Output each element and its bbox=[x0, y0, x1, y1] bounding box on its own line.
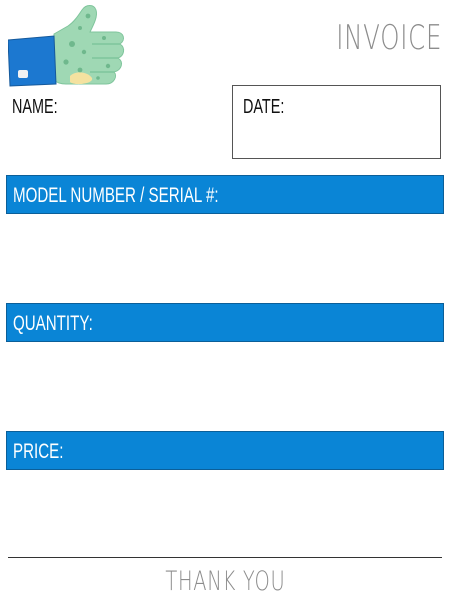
price-header-bar: PRICE: bbox=[6, 431, 444, 470]
name-label: NAME: bbox=[12, 96, 58, 118]
date-field-box[interactable]: DATE: bbox=[232, 85, 441, 159]
price-field[interactable] bbox=[6, 472, 444, 554]
quantity-field[interactable] bbox=[6, 344, 444, 428]
price-label: PRICE: bbox=[13, 440, 64, 463]
model-serial-header-bar: MODEL NUMBER / SERIAL #: bbox=[6, 175, 444, 214]
thank-you-text: THANK YOU bbox=[164, 566, 286, 597]
model-serial-label: MODEL NUMBER / SERIAL #: bbox=[13, 184, 219, 207]
thank-you-footer: THANK YOU bbox=[0, 566, 450, 597]
quantity-header-bar: QUANTITY: bbox=[6, 303, 444, 342]
quantity-label: QUANTITY: bbox=[13, 312, 93, 335]
footer-divider bbox=[8, 557, 442, 558]
date-label: DATE: bbox=[243, 96, 285, 118]
thumbs-up-icon bbox=[8, 5, 125, 87]
page-title: INVOICE bbox=[336, 18, 442, 58]
model-serial-field[interactable] bbox=[6, 216, 444, 300]
